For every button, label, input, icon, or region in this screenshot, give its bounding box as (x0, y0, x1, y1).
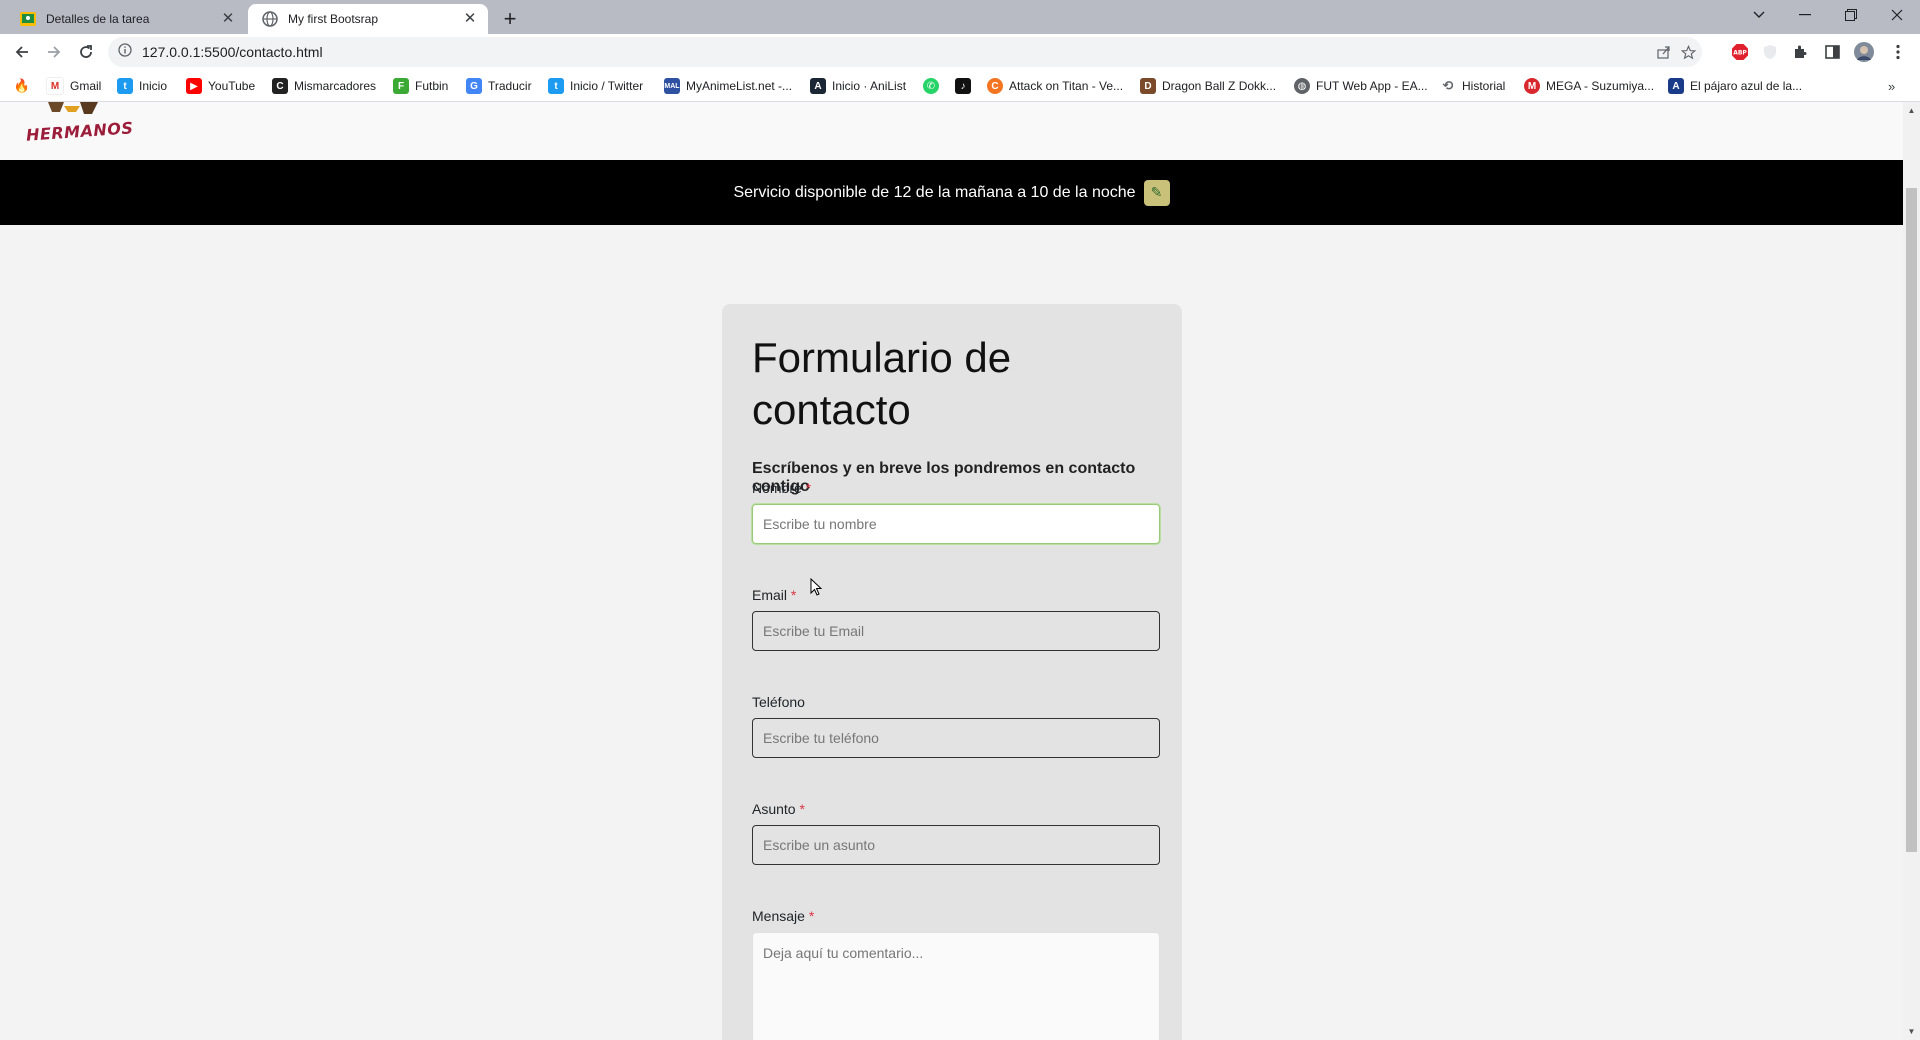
svg-text:ABP: ABP (1733, 50, 1747, 57)
url-text: 127.0.0.1:5500/contacto.html (142, 44, 323, 60)
flame-icon[interactable]: 🔥 (14, 76, 36, 96)
tab-bootstrap[interactable]: My first Bootsrap ✕ (248, 4, 488, 34)
anilist-icon: A (810, 78, 826, 94)
telefono-input[interactable] (752, 718, 1160, 758)
new-tab-button[interactable]: + (496, 6, 524, 34)
bookmark-myanimelist[interactable]: MAL MyAnimeList.net -... (664, 76, 792, 96)
tab-title: Detalles de la tarea (46, 12, 150, 26)
contact-form-card: Formulario de contacto Escríbenos y en b… (722, 304, 1182, 1040)
nombre-field-group: Nombre * (752, 480, 1162, 544)
required-mark: * (808, 908, 815, 924)
youtube-icon: ▶ (186, 78, 202, 94)
bookmark-fut-web-app[interactable]: ◍ FUT Web App - EA... (1294, 76, 1428, 96)
scroll-thumb[interactable] (1906, 188, 1917, 852)
whatsapp-icon: ✆ (923, 78, 939, 94)
email-field-group: Email * (752, 587, 1162, 651)
bookmark-anilist[interactable]: A Inicio · AniList (810, 76, 906, 96)
email-input[interactable] (752, 611, 1160, 651)
header-band: HERMANOS (0, 102, 1903, 160)
scroll-up-icon[interactable]: ▲ (1903, 102, 1920, 119)
tab-title: My first Bootsrap (288, 12, 379, 26)
asunto-field-group: Asunto * (752, 801, 1162, 865)
bookmark-pajaro-azul[interactable]: A El pájaro azul de la... (1668, 76, 1802, 96)
close-icon[interactable]: ✕ (462, 11, 478, 27)
bookmark-gmail[interactable]: M Gmail (46, 76, 101, 96)
mismarcadores-icon: C (272, 78, 288, 94)
classroom-icon (20, 11, 36, 27)
avatar[interactable] (1850, 38, 1878, 66)
dokkan-icon: D (1140, 78, 1156, 94)
scroll-down-icon[interactable]: ▼ (1903, 1023, 1920, 1040)
bookmark-historial[interactable]: ⟲ Historial (1440, 76, 1506, 96)
mouse-cursor-icon (810, 578, 822, 596)
reload-icon[interactable] (72, 38, 100, 66)
twitter-icon: t (548, 78, 564, 94)
asunto-input[interactable] (752, 825, 1160, 865)
telefono-field-group: Teléfono (752, 694, 1162, 758)
bookmark-whatsapp[interactable]: ✆ (923, 76, 945, 96)
bookmark-mega[interactable]: M MEGA - Suzumiya... (1524, 76, 1654, 96)
adblock-icon[interactable]: ABP (1726, 38, 1754, 66)
translate-icon: G (466, 78, 482, 94)
logo-mark (48, 102, 98, 114)
extensions-icon[interactable] (1786, 38, 1814, 66)
tab-strip: Detalles de la tarea ✕ My first Bootsrap… (0, 0, 1920, 34)
bookmark-futbin[interactable]: F Futbin (393, 76, 448, 96)
browser-toolbar: 127.0.0.1:5500/contacto.html ABP (0, 34, 1920, 70)
bookmarks-bar: 🔥 M Gmail t Inicio ▶ YouTube C Mismarcad… (0, 70, 1920, 102)
futbin-icon: F (393, 78, 409, 94)
star-icon[interactable] (1674, 37, 1702, 67)
bookmark-twitter[interactable]: t Inicio / Twitter (548, 76, 643, 96)
required-mark: * (790, 587, 797, 603)
page-scrollbar[interactable]: ▲ ▼ (1903, 102, 1920, 1040)
bookmark-traducir[interactable]: G Traducir (466, 76, 532, 96)
mensaje-field-group: Mensaje * (752, 908, 1162, 1040)
crunchyroll-icon: C (987, 78, 1003, 94)
bookmark-a-icon: A (1668, 78, 1684, 94)
tab-detalles[interactable]: Detalles de la tarea ✕ (6, 4, 246, 34)
mensaje-textarea[interactable] (752, 932, 1160, 1040)
mensaje-label: Mensaje * (752, 908, 815, 924)
form-title: Formulario de contacto (752, 334, 1012, 433)
close-window-button[interactable] (1874, 0, 1920, 30)
address-bar[interactable]: 127.0.0.1:5500/contacto.html (108, 37, 1702, 67)
myanimelist-icon: MAL (664, 78, 680, 94)
logo[interactable]: HERMANOS (25, 118, 134, 144)
gmail-icon: M (46, 77, 64, 95)
service-banner: Servicio disponible de 12 de la mañana a… (0, 160, 1903, 225)
telefono-label: Teléfono (752, 694, 805, 710)
bookmark-twitter-inicio[interactable]: t Inicio (117, 76, 167, 96)
required-mark: * (799, 801, 805, 817)
close-icon[interactable]: ✕ (220, 11, 236, 27)
side-panel-icon[interactable] (1818, 38, 1846, 66)
page-viewport: HERMANOS Servicio disponible de 12 de la… (0, 102, 1903, 1040)
banner-image-icon: ✎ (1143, 179, 1170, 206)
banner-text: Servicio disponible de 12 de la mañana a… (733, 183, 1136, 201)
asunto-label: Asunto * (752, 801, 805, 817)
more-bookmarks-icon[interactable]: » (1888, 76, 1895, 96)
restore-button[interactable] (1828, 0, 1874, 30)
minimize-button[interactable] (1782, 0, 1828, 30)
menu-icon[interactable] (1884, 38, 1912, 66)
nombre-input[interactable] (752, 504, 1160, 544)
mega-icon: M (1524, 78, 1540, 94)
twitter-icon: t (117, 78, 133, 94)
bookmark-mismarcadores[interactable]: C Mismarcadores (272, 76, 376, 96)
tiktok-icon: ♪ (955, 78, 971, 94)
tab-search-icon[interactable] (1736, 0, 1782, 30)
bookmark-tiktok[interactable]: ♪ (955, 76, 977, 96)
bookmark-crunchyroll[interactable]: C Attack on Titan - Ve... (987, 76, 1123, 96)
nombre-label: Nombre * (752, 480, 812, 496)
info-icon[interactable] (118, 42, 132, 62)
globe-icon: ◍ (1294, 78, 1310, 94)
back-icon[interactable] (8, 38, 36, 66)
shield-icon[interactable] (1756, 38, 1784, 66)
globe-icon (262, 11, 278, 27)
required-mark: * (805, 480, 812, 496)
forward-icon[interactable] (40, 38, 68, 66)
history-icon: ⟲ (1442, 78, 1454, 93)
bookmark-youtube[interactable]: ▶ YouTube (186, 76, 255, 96)
bookmark-dokkan[interactable]: D Dragon Ball Z Dokk... (1140, 76, 1276, 96)
